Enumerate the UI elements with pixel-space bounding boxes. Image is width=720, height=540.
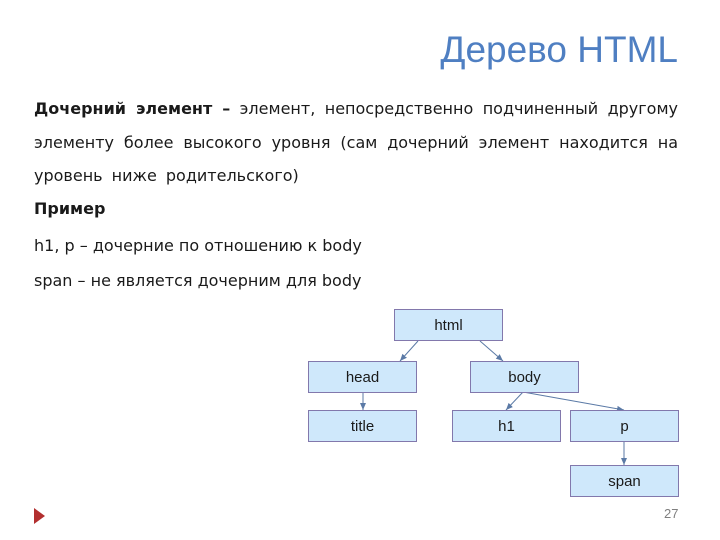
node-title-label: title [350,417,375,435]
node-html: html [394,309,503,341]
node-span-label: span [608,472,641,490]
tree-edges [360,340,627,465]
page-number: 27 [664,506,679,521]
node-h1: h1 [452,410,561,442]
edge-html-body [479,340,504,362]
node-span: span [570,465,679,497]
node-h1-label: h1 [498,417,515,435]
edge-body-p [522,391,625,412]
node-head-label: head [345,368,380,386]
edge-body-h1 [505,391,524,411]
triangle-bullet-icon [34,508,45,524]
node-html-label: html [434,316,463,334]
node-body: body [470,361,579,393]
node-p-label: p [620,417,629,435]
node-body-label: body [508,368,541,386]
node-p: p [570,410,679,442]
node-head: head [308,361,417,393]
edge-html-head [399,340,419,362]
node-title: title [308,410,417,442]
